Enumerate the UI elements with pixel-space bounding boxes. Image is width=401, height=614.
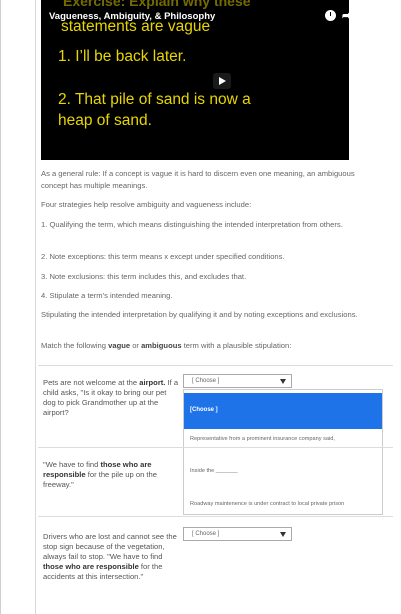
share-icon[interactable]: ➦ xyxy=(342,9,349,22)
choose-dropdown-list[interactable]: [Choose ] Representative from a prominen… xyxy=(183,389,383,515)
question-3-text: Drivers who are lost and cannot see the … xyxy=(43,532,177,581)
video-slide-heading: Exercise: Explain why these xyxy=(63,0,251,9)
dropdown-option-insurance[interactable]: Representative from a prominent insuranc… xyxy=(184,436,382,442)
strategy-2: 2. Note exceptions: this term means x ex… xyxy=(41,252,285,261)
dropdown-option-choose[interactable]: [Choose ] xyxy=(184,393,382,429)
play-icon[interactable] xyxy=(213,73,231,89)
strategies-intro: Four strategies help resolve ambiguity a… xyxy=(41,200,252,209)
stipulating-text: Stipulating the intended interpretation … xyxy=(41,310,358,319)
chevron-down-icon xyxy=(280,532,286,537)
dropdown-option-roadway[interactable]: Roadway maintenence is under contract to… xyxy=(184,501,382,507)
question-divider xyxy=(38,365,393,366)
question-2-text: "We have to find those who are responsib… xyxy=(43,460,157,489)
question-1-text: Pets are not welcome at the airport. If … xyxy=(43,378,179,417)
match-instructions: Match the following vague or ambiguous t… xyxy=(41,341,292,350)
dropdown-option-inside-the[interactable]: Inside the _______ xyxy=(184,468,382,474)
strategy-1: 1. Qualifying the term, which means dist… xyxy=(41,220,343,229)
content-border xyxy=(35,0,36,614)
left-border xyxy=(0,0,1,614)
question-divider xyxy=(38,447,393,448)
video-subline: statements are vague xyxy=(61,18,211,35)
question-1-select[interactable]: [ Choose ] xyxy=(183,374,292,388)
video-statement-1: 1. I’ll be back later. xyxy=(58,48,187,65)
question-1-select-value: [ Choose ] xyxy=(192,378,220,384)
question-3-select[interactable]: [ Choose ] xyxy=(183,527,292,541)
general-rule-text: As a general rule: If a concept is vague… xyxy=(41,169,355,190)
video-statement-2: 2. That pile of sand is now a heap of san… xyxy=(58,91,251,129)
video-player[interactable]: Exercise: Explain why these Vagueness, A… xyxy=(41,0,349,160)
strategy-4: 4. Stipulate a term's intended meaning. xyxy=(41,291,173,300)
strategy-3: 3. Note exclusions: this term includes t… xyxy=(41,272,247,281)
chevron-down-icon xyxy=(280,379,286,384)
question-divider xyxy=(38,516,393,517)
clock-icon[interactable] xyxy=(325,10,336,21)
question-3-select-value: [ Choose ] xyxy=(192,531,220,537)
